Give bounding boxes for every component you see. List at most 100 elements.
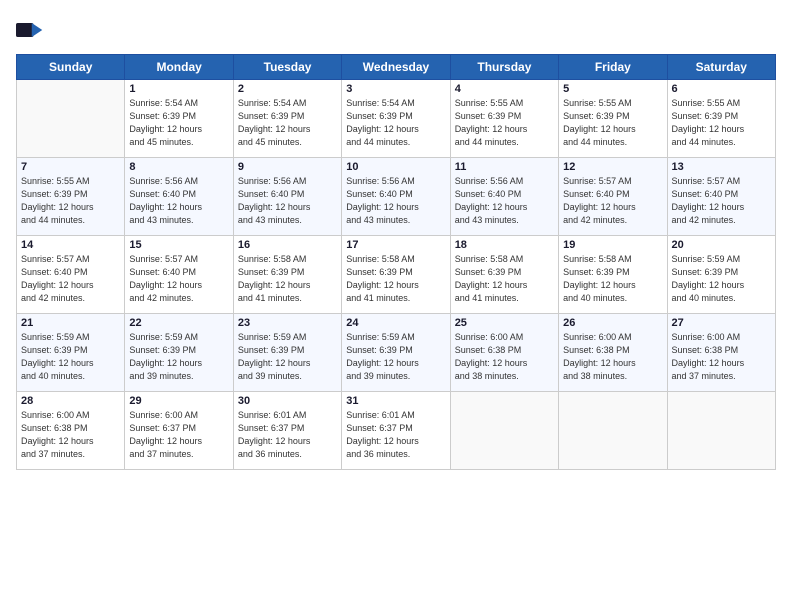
calendar-table: SundayMondayTuesdayWednesdayThursdayFrid… [16,54,776,470]
day-number: 20 [672,239,771,251]
col-header-monday: Monday [125,55,233,80]
calendar-cell: 19 Sunrise: 5:58 AMSunset: 6:39 PMDayligh… [559,236,667,314]
calendar-cell: 23 Sunrise: 5:59 AMSunset: 6:39 PMDayligh… [233,314,341,392]
day-number: 10 [346,161,445,173]
cell-info: Sunrise: 5:54 AMSunset: 6:39 PMDaylight:… [346,97,445,149]
calendar-cell: 15 Sunrise: 5:57 AMSunset: 6:40 PMDayligh… [125,236,233,314]
day-number: 6 [672,83,771,95]
day-number: 14 [21,239,120,251]
calendar-cell: 27 Sunrise: 6:00 AMSunset: 6:38 PMDayligh… [667,314,775,392]
cell-info: Sunrise: 5:59 AMSunset: 6:39 PMDaylight:… [672,253,771,305]
cell-info: Sunrise: 6:01 AMSunset: 6:37 PMDaylight:… [238,409,337,461]
cell-info: Sunrise: 5:59 AMSunset: 6:39 PMDaylight:… [346,331,445,383]
calendar-cell: 25 Sunrise: 6:00 AMSunset: 6:38 PMDayligh… [450,314,558,392]
day-number: 27 [672,317,771,329]
cell-info: Sunrise: 5:55 AMSunset: 6:39 PMDaylight:… [21,175,120,227]
day-number: 19 [563,239,662,251]
calendar-cell: 20 Sunrise: 5:59 AMSunset: 6:39 PMDayligh… [667,236,775,314]
calendar-cell: 3 Sunrise: 5:54 AMSunset: 6:39 PMDaylight… [342,80,450,158]
calendar-cell: 9Sunrise: 5:56 AMSunset: 6:40 PMDaylight… [233,158,341,236]
logo [16,16,48,44]
calendar-cell: 14 Sunrise: 5:57 AMSunset: 6:40 PMDayligh… [17,236,125,314]
day-number: 22 [129,317,228,329]
cell-info: Sunrise: 5:58 AMSunset: 6:39 PMDaylight:… [346,253,445,305]
cell-info: Sunrise: 5:58 AMSunset: 6:39 PMDaylight:… [563,253,662,305]
logo-icon [16,16,44,44]
calendar-cell: 30 Sunrise: 6:01 AMSunset: 6:37 PMDayligh… [233,392,341,470]
cell-info: Sunrise: 5:58 AMSunset: 6:39 PMDaylight:… [455,253,554,305]
day-number: 5 [563,83,662,95]
col-header-thursday: Thursday [450,55,558,80]
calendar-cell: 16 Sunrise: 5:58 AMSunset: 6:39 PMDayligh… [233,236,341,314]
calendar-cell: 1 Sunrise: 5:54 AMSunset: 6:39 PMDaylight… [125,80,233,158]
calendar-cell: 13 Sunrise: 5:57 AMSunset: 6:40 PMDayligh… [667,158,775,236]
calendar-cell: 4 Sunrise: 5:55 AMSunset: 6:39 PMDaylight… [450,80,558,158]
calendar-cell: 24 Sunrise: 5:59 AMSunset: 6:39 PMDayligh… [342,314,450,392]
cell-info: Sunrise: 5:57 AMSunset: 6:40 PMDaylight:… [129,253,228,305]
week-row-5: 28 Sunrise: 6:00 AMSunset: 6:38 PMDayligh… [17,392,776,470]
day-number: 1 [129,83,228,95]
cell-info: Sunrise: 5:55 AMSunset: 6:39 PMDaylight:… [672,97,771,149]
cell-info: Sunrise: 5:55 AMSunset: 6:39 PMDaylight:… [455,97,554,149]
calendar-cell [559,392,667,470]
day-number: 28 [21,395,120,407]
cell-info: Sunrise: 6:00 AMSunset: 6:38 PMDaylight:… [455,331,554,383]
cell-info: Sunrise: 6:00 AMSunset: 6:37 PMDaylight:… [129,409,228,461]
day-number: 23 [238,317,337,329]
week-row-2: 7 Sunrise: 5:55 AMSunset: 6:39 PMDaylight… [17,158,776,236]
cell-info: Sunrise: 5:57 AMSunset: 6:40 PMDaylight:… [672,175,771,227]
cell-info: Sunrise: 5:56 AMSunset: 6:40 PMDaylight:… [455,175,554,227]
calendar-cell: 31Sunrise: 6:01 AMSunset: 6:37 PMDayligh… [342,392,450,470]
calendar-cell: 28 Sunrise: 6:00 AMSunset: 6:38 PMDayligh… [17,392,125,470]
calendar-cell [450,392,558,470]
cell-info: Sunrise: 5:59 AMSunset: 6:39 PMDaylight:… [21,331,120,383]
cell-info: Sunrise: 6:00 AMSunset: 6:38 PMDaylight:… [672,331,771,383]
calendar-cell: 8 Sunrise: 5:56 AMSunset: 6:40 PMDaylight… [125,158,233,236]
calendar-cell: 7 Sunrise: 5:55 AMSunset: 6:39 PMDaylight… [17,158,125,236]
day-number: 7 [21,161,120,173]
col-header-tuesday: Tuesday [233,55,341,80]
day-number: 9 [238,161,337,173]
day-number: 25 [455,317,554,329]
calendar-cell: 12Sunrise: 5:57 AMSunset: 6:40 PMDayligh… [559,158,667,236]
day-number: 13 [672,161,771,173]
day-number: 15 [129,239,228,251]
col-header-wednesday: Wednesday [342,55,450,80]
cell-info: Sunrise: 5:57 AMSunset: 6:40 PMDaylight:… [21,253,120,305]
week-row-4: 21Sunrise: 5:59 AMSunset: 6:39 PMDayligh… [17,314,776,392]
cell-info: Sunrise: 5:56 AMSunset: 6:40 PMDaylight:… [129,175,228,227]
calendar-cell: 26Sunrise: 6:00 AMSunset: 6:38 PMDayligh… [559,314,667,392]
cell-info: Sunrise: 6:00 AMSunset: 6:38 PMDaylight:… [563,331,662,383]
day-number: 29 [129,395,228,407]
cell-info: Sunrise: 5:58 AMSunset: 6:39 PMDaylight:… [238,253,337,305]
page-container: SundayMondayTuesdayWednesdayThursdayFrid… [0,0,792,478]
day-number: 17 [346,239,445,251]
day-number: 16 [238,239,337,251]
day-number: 30 [238,395,337,407]
cell-info: Sunrise: 5:57 AMSunset: 6:40 PMDaylight:… [563,175,662,227]
calendar-cell: 5 Sunrise: 5:55 AMSunset: 6:39 PMDaylight… [559,80,667,158]
cell-info: Sunrise: 5:59 AMSunset: 6:39 PMDaylight:… [238,331,337,383]
col-header-friday: Friday [559,55,667,80]
calendar-cell: 10Sunrise: 5:56 AMSunset: 6:40 PMDayligh… [342,158,450,236]
cell-info: Sunrise: 5:55 AMSunset: 6:39 PMDaylight:… [563,97,662,149]
calendar-cell: 22 Sunrise: 5:59 AMSunset: 6:39 PMDayligh… [125,314,233,392]
day-number: 24 [346,317,445,329]
cell-info: Sunrise: 5:54 AMSunset: 6:39 PMDaylight:… [129,97,228,149]
day-number: 2 [238,83,337,95]
day-number: 4 [455,83,554,95]
day-number: 3 [346,83,445,95]
col-header-saturday: Saturday [667,55,775,80]
calendar-cell [667,392,775,470]
calendar-cell: 2 Sunrise: 5:54 AMSunset: 6:39 PMDaylight… [233,80,341,158]
cell-info: Sunrise: 6:01 AMSunset: 6:37 PMDaylight:… [346,409,445,461]
day-number: 8 [129,161,228,173]
calendar-cell: 29 Sunrise: 6:00 AMSunset: 6:37 PMDayligh… [125,392,233,470]
calendar-cell [17,80,125,158]
cell-info: Sunrise: 5:54 AMSunset: 6:39 PMDaylight:… [238,97,337,149]
calendar-cell: 18Sunrise: 5:58 AMSunset: 6:39 PMDayligh… [450,236,558,314]
cell-info: Sunrise: 5:59 AMSunset: 6:39 PMDaylight:… [129,331,228,383]
col-header-sunday: Sunday [17,55,125,80]
cell-info: Sunrise: 6:00 AMSunset: 6:38 PMDaylight:… [21,409,120,461]
calendar-cell: 21Sunrise: 5:59 AMSunset: 6:39 PMDayligh… [17,314,125,392]
